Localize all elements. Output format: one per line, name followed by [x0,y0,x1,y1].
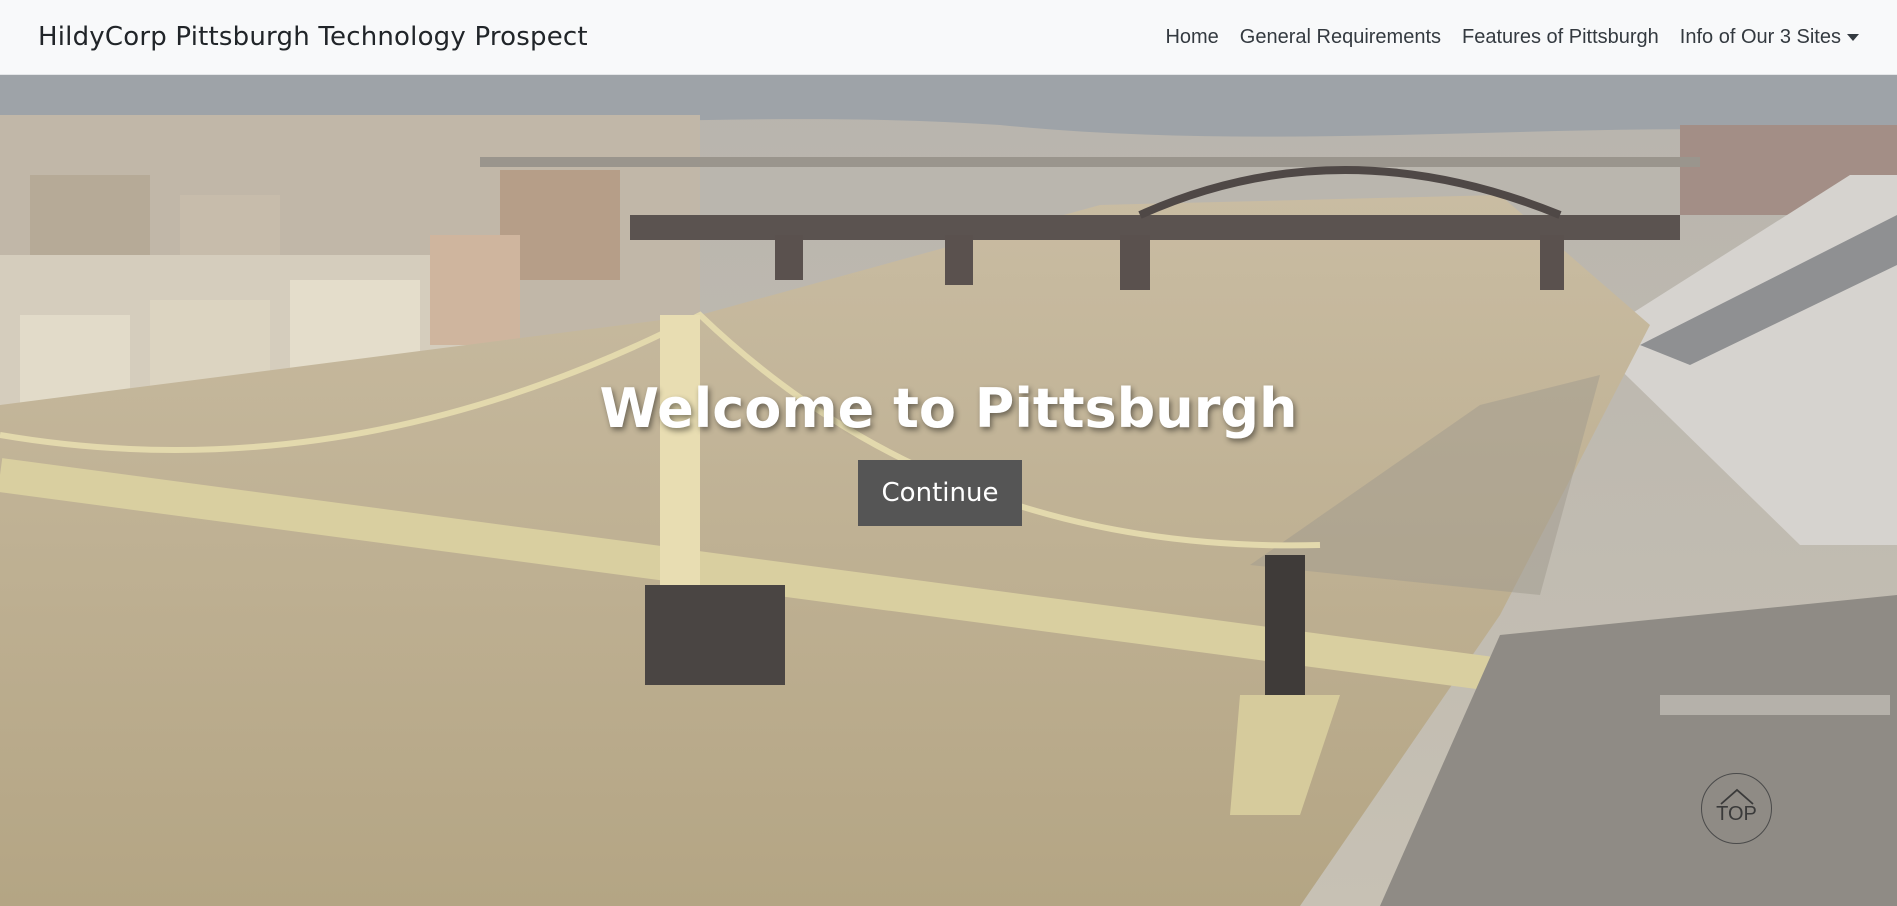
back-to-top-label: TOP [1716,802,1757,825]
nav-home[interactable]: Home [1165,26,1218,49]
site-brand[interactable]: HildyCorp Pittsburgh Technology Prospect [38,22,588,52]
nav-info-sites-dropdown[interactable]: Info of Our 3 Sites [1680,26,1859,49]
continue-button[interactable]: Continue [858,460,1022,526]
nav-info-sites-label: Info of Our 3 Sites [1679,25,1841,48]
navbar: HildyCorp Pittsburgh Technology Prospect… [0,0,1897,75]
back-to-top-button[interactable]: TOP [1701,773,1772,844]
nav-menu: Home General Requirements Features of Pi… [1144,26,1859,49]
hero-heading: Welcome to Pittsburgh [599,377,1298,440]
nav-general-requirements[interactable]: General Requirements [1240,26,1441,49]
caret-down-icon [1847,33,1859,41]
hero-section: Welcome to Pittsburgh Continue TOP [0,75,1897,906]
nav-features-of-pittsburgh[interactable]: Features of Pittsburgh [1462,26,1659,49]
